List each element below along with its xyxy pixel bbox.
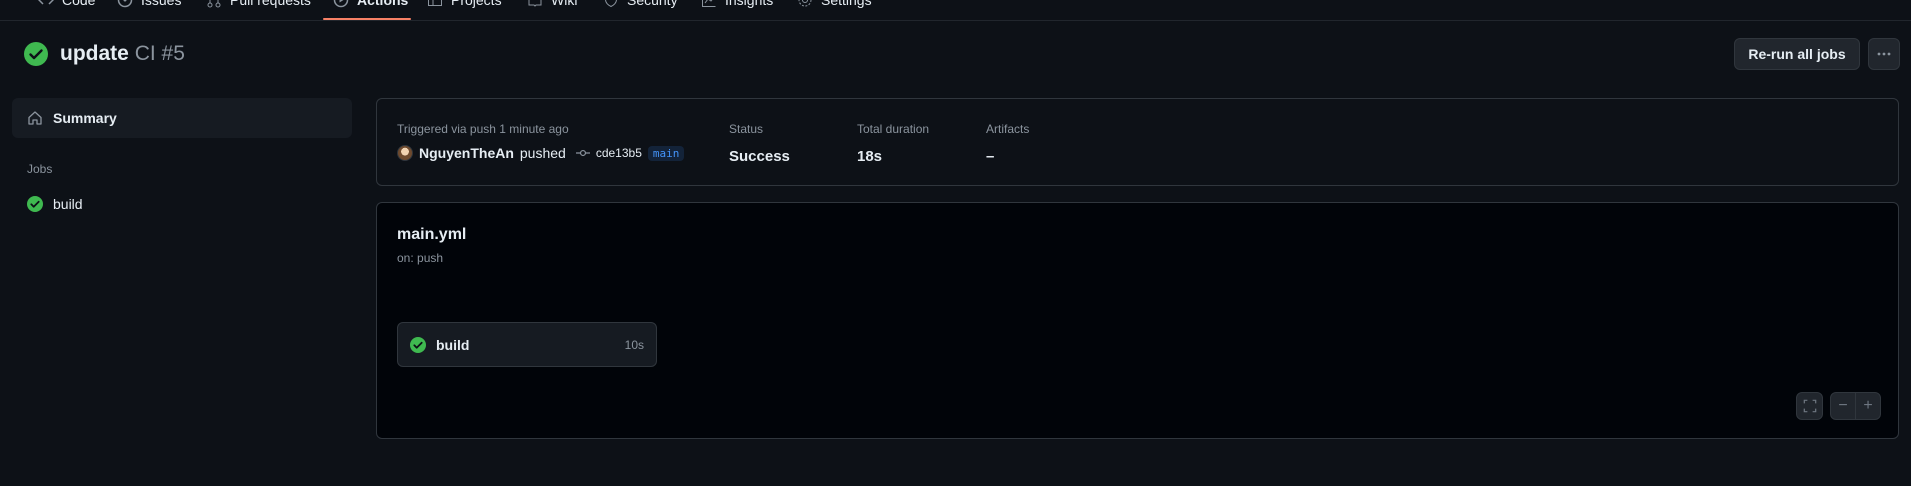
- check-circle-icon: [410, 336, 426, 353]
- commit-icon: [575, 149, 590, 157]
- artifacts-info: Artifacts –: [986, 122, 1029, 165]
- tab-label: Projects: [451, 0, 502, 8]
- book-icon: [528, 0, 542, 7]
- status-value: Success: [729, 148, 790, 165]
- tab-label: Actions: [357, 0, 409, 8]
- sidebar-item-label: build: [53, 196, 83, 212]
- branch-badge[interactable]: main: [647, 145, 685, 161]
- rerun-all-jobs-button[interactable]: Re-run all jobs: [1734, 38, 1860, 70]
- trigger-details: NguyenTheAn pushed cde13b5 main: [397, 145, 685, 161]
- job-node-build[interactable]: build 10s: [397, 322, 657, 367]
- run-title: update: [60, 42, 129, 65]
- gear-icon: [798, 0, 812, 7]
- page-title: update CI #5: [60, 42, 185, 66]
- sidebar-item-build[interactable]: build: [12, 196, 352, 212]
- tab-label: Issues: [141, 0, 182, 8]
- user-link[interactable]: NguyenTheAn: [419, 145, 514, 161]
- table-icon: [428, 0, 442, 6]
- jobs-heading: Jobs: [27, 162, 53, 176]
- zoom-out-button[interactable]: −: [1831, 397, 1855, 415]
- tab-label: Insights: [725, 0, 774, 8]
- duration-label: Total duration: [857, 122, 930, 136]
- pull-request-icon: [207, 0, 221, 8]
- status-label: Status: [729, 122, 764, 136]
- workflow-graph-card: main.yml on: push build 10s − +: [376, 202, 1899, 439]
- run-sidebar: Summary Jobs build: [12, 98, 352, 212]
- trigger-text: Triggered via push 1 minute ago: [397, 122, 569, 136]
- check-circle-icon: [24, 42, 48, 66]
- tab-label: Settings: [821, 0, 872, 8]
- tab-wiki[interactable]: Wiki: [527, 0, 577, 10]
- tab-label: Wiki: [551, 0, 578, 8]
- tab-security[interactable]: Security: [603, 0, 678, 10]
- issue-icon: [117, 0, 133, 8]
- tab-label: Security: [627, 0, 678, 8]
- tab-label: Code: [62, 0, 96, 8]
- status-info: Status Success: [729, 122, 790, 165]
- workflow-file-name: main.yml: [397, 226, 467, 243]
- tab-pull-requests[interactable]: Pull requests: [206, 0, 311, 10]
- screen-full-icon: [1803, 399, 1816, 413]
- sidebar-item-summary[interactable]: Summary: [12, 98, 352, 138]
- repo-tab-nav: Code Issues Pull requests Actions Projec…: [0, 0, 1911, 21]
- workflow-trigger: on: push: [397, 251, 444, 265]
- trigger-info: Triggered via push 1 minute ago NguyenTh…: [397, 122, 685, 161]
- commit-sha-link[interactable]: cde13b5: [596, 146, 642, 160]
- push-action: pushed: [519, 145, 566, 161]
- run-summary-card: Triggered via push 1 minute ago NguyenTh…: [376, 98, 1899, 186]
- tab-settings[interactable]: Settings: [797, 0, 872, 10]
- graph-icon: [702, 0, 716, 7]
- artifacts-value: –: [986, 148, 995, 165]
- tab-code[interactable]: Code: [38, 0, 95, 10]
- zoom-in-button[interactable]: +: [1856, 397, 1880, 415]
- avatar[interactable]: [397, 145, 413, 161]
- play-icon: [333, 0, 349, 8]
- more-options-button[interactable]: [1868, 38, 1900, 70]
- job-duration: 10s: [624, 337, 644, 352]
- home-icon: [28, 111, 42, 125]
- tab-label: Pull requests: [230, 0, 311, 8]
- artifacts-label: Artifacts: [986, 122, 1030, 136]
- duration-info: Total duration 18s: [857, 122, 929, 165]
- tab-actions[interactable]: Actions: [333, 0, 408, 10]
- job-name: build: [436, 336, 470, 353]
- duration-value: 18s: [857, 148, 883, 165]
- sidebar-item-label: Summary: [53, 110, 117, 126]
- active-tab-underline: [323, 18, 411, 20]
- check-circle-icon: [27, 196, 43, 212]
- kebab-horizontal-icon: [1877, 52, 1891, 56]
- tab-issues[interactable]: Issues: [117, 0, 181, 10]
- shield-icon: [605, 0, 617, 8]
- tab-insights[interactable]: Insights: [701, 0, 773, 10]
- code-icon: [38, 0, 54, 5]
- tab-projects[interactable]: Projects: [427, 0, 502, 10]
- fullscreen-button[interactable]: [1796, 392, 1823, 420]
- run-header: update CI #5: [24, 42, 185, 66]
- workflow-run-number: CI #5: [134, 42, 185, 65]
- zoom-controls: − +: [1830, 392, 1881, 420]
